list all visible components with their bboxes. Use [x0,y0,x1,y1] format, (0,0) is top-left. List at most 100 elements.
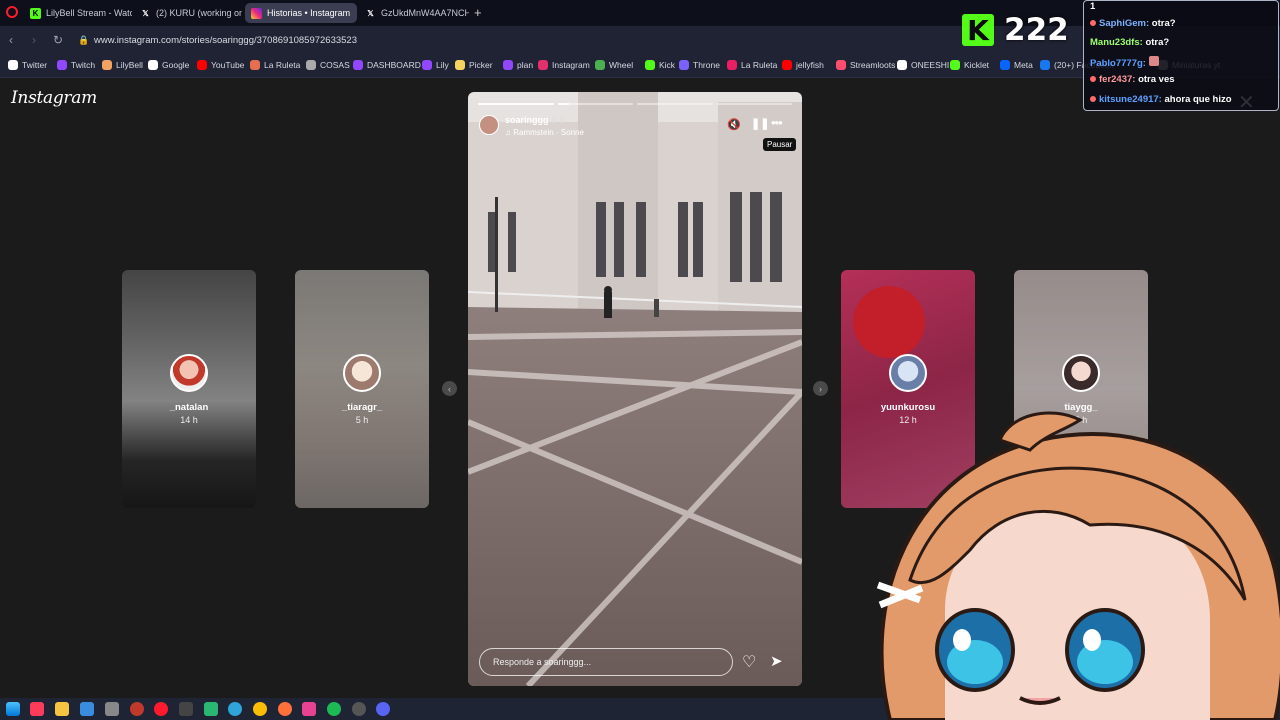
opera-icon[interactable] [6,6,18,18]
reply-input[interactable]: Responde a soaringgg... [479,648,733,676]
chat-message: otra? [1145,37,1170,48]
app-icon[interactable] [302,702,316,716]
windows-start-icon[interactable] [6,702,20,716]
like-icon[interactable]: ♡ [742,652,756,672]
discord-icon[interactable] [376,702,390,716]
bookmark-label: Kick [659,60,676,70]
previous-story-arrow[interactable]: ‹ [442,381,457,396]
url-field[interactable]: www.instagram.com/stories/soaringgg/3708… [94,35,357,46]
bookmark-picker[interactable]: Picker [455,60,493,70]
brawler-image [853,286,925,358]
bookmark-label: Twitch [71,60,96,70]
bookmark-cosas[interactable]: COSAS [306,60,350,70]
bookmark-streamloots[interactable]: Streamloots [836,60,895,70]
bookmark-icon [782,60,792,70]
edge-icon[interactable] [228,702,242,716]
bookmark-twitch[interactable]: Twitch [57,60,95,70]
bookmark-kicklet[interactable]: Kicklet [950,60,989,70]
chat-message: otra ves [1138,74,1175,85]
instagram-logo[interactable]: Instagram [11,88,97,108]
bookmark-oneeshi[interactable]: ONEESHI [897,60,949,70]
new-tab-button[interactable]: + [474,5,482,20]
bookmark-wheel[interactable]: Wheel [595,60,633,70]
chat-user: 1 [1090,1,1096,12]
bookmark-dashboard[interactable]: DASHBOARD [353,60,421,70]
x-icon: 𝕏 [142,8,149,18]
story-username: _natalan [169,402,209,413]
progress-segment [557,103,633,105]
reload-icon[interactable]: ↻ [53,33,63,47]
more-options-icon[interactable]: ••• [771,115,783,130]
app-icon[interactable] [204,702,218,716]
bookmark-icon [57,60,67,70]
bookmark-icon [595,60,605,70]
story-card-natalan[interactable]: _natalan 14 h [122,270,256,508]
chat-message: ahora que hizo [1164,94,1232,105]
bookmark-label: Picker [469,60,493,70]
bookmark-icon [148,60,158,70]
story-card-tiaragr[interactable]: _tiaragr_ 5 h [295,270,429,508]
spotify-icon[interactable] [327,702,341,716]
stream-chat-overlay: 1 SaphiGem: otra? Manu23dfs: otra? Pablo… [1083,0,1279,111]
tab-instagram-stories[interactable]: Historias • Instagram × [245,3,357,23]
chat-user: Pablo7777g: [1090,58,1146,69]
bookmark-icon [8,60,18,70]
app-icon[interactable] [105,702,119,716]
send-icon[interactable]: ➤ [770,652,783,670]
bookmark-label: COSAS [320,60,350,70]
tab-image[interactable]: 𝕏 GzUkdMnW4AA7NCH (51 [359,3,469,23]
progress-segment [716,103,792,105]
bookmark-icon [1040,60,1050,70]
bookmark-meta[interactable]: Meta [1000,60,1033,70]
bookmark-icon [250,60,260,70]
tab-lilybell-stream[interactable]: K LilyBell Stream - Watch Li [24,3,132,23]
badge-icon [1090,96,1096,102]
opera-icon[interactable] [130,702,144,716]
story-viewer[interactable] [468,92,802,686]
bookmark-youtube[interactable]: YouTube [197,60,244,70]
bookmark-icon [679,60,689,70]
bookmark-icon [538,60,548,70]
story-photo [468,92,802,686]
bookmark-instagram[interactable]: Instagram [538,60,590,70]
folder-icon[interactable] [55,702,69,716]
bookmark-lily[interactable]: Lily [422,60,449,70]
bookmark-throne[interactable]: Throne [679,60,720,70]
opera-gx-icon[interactable] [154,702,168,716]
story-author-avatar[interactable] [479,115,499,135]
app-icon[interactable] [30,702,44,716]
bookmark-label: Wheel [609,60,634,70]
lock-icon: 🔒 [78,35,90,45]
next-story-arrow[interactable]: › [813,381,828,396]
firefox-icon[interactable] [278,702,292,716]
pause-icon[interactable]: ❚❚ [751,117,769,130]
bookmark-icon [950,60,960,70]
bookmark-jellyfish[interactable]: jellyfish [782,60,824,70]
story-author-name[interactable]: soaringgg [505,115,549,125]
bookmark-google[interactable]: Google [148,60,189,70]
bookmark-kick[interactable]: Kick [645,60,675,70]
mute-icon[interactable]: 🔇 [727,118,741,131]
bookmark-label: Kicklet [964,60,990,70]
bookmark-la-ruleta[interactable]: La Ruleta [727,60,777,70]
forward-icon[interactable]: › [32,33,36,47]
bookmark-label: La Ruleta [264,60,301,70]
bookmark-twitter[interactable]: Twitter [8,60,47,70]
story-song[interactable]: ♫ Rammstein · Sonne [505,128,584,137]
bookmark-lilybell[interactable]: LilyBell [102,60,143,70]
bookmark-la-ruleta[interactable]: La Ruleta [250,60,300,70]
story-song-label: Rammstein · Sonne [513,128,584,137]
obs-icon[interactable] [352,702,366,716]
app-icon[interactable] [179,702,193,716]
bookmark-icon [897,60,907,70]
tab-kuru[interactable]: 𝕏 (2) KURU (working on com [134,3,242,23]
vtuber-avatar [876,411,1280,720]
chrome-icon[interactable] [253,702,267,716]
back-icon[interactable]: ‹ [9,33,13,47]
bookmark-icon [197,60,207,70]
app-icon[interactable] [80,702,94,716]
bookmark-icon [503,60,513,70]
bookmark-plan[interactable]: plan [503,60,533,70]
chat-message: otra? [1151,18,1176,29]
story-progress-bar [478,103,792,105]
